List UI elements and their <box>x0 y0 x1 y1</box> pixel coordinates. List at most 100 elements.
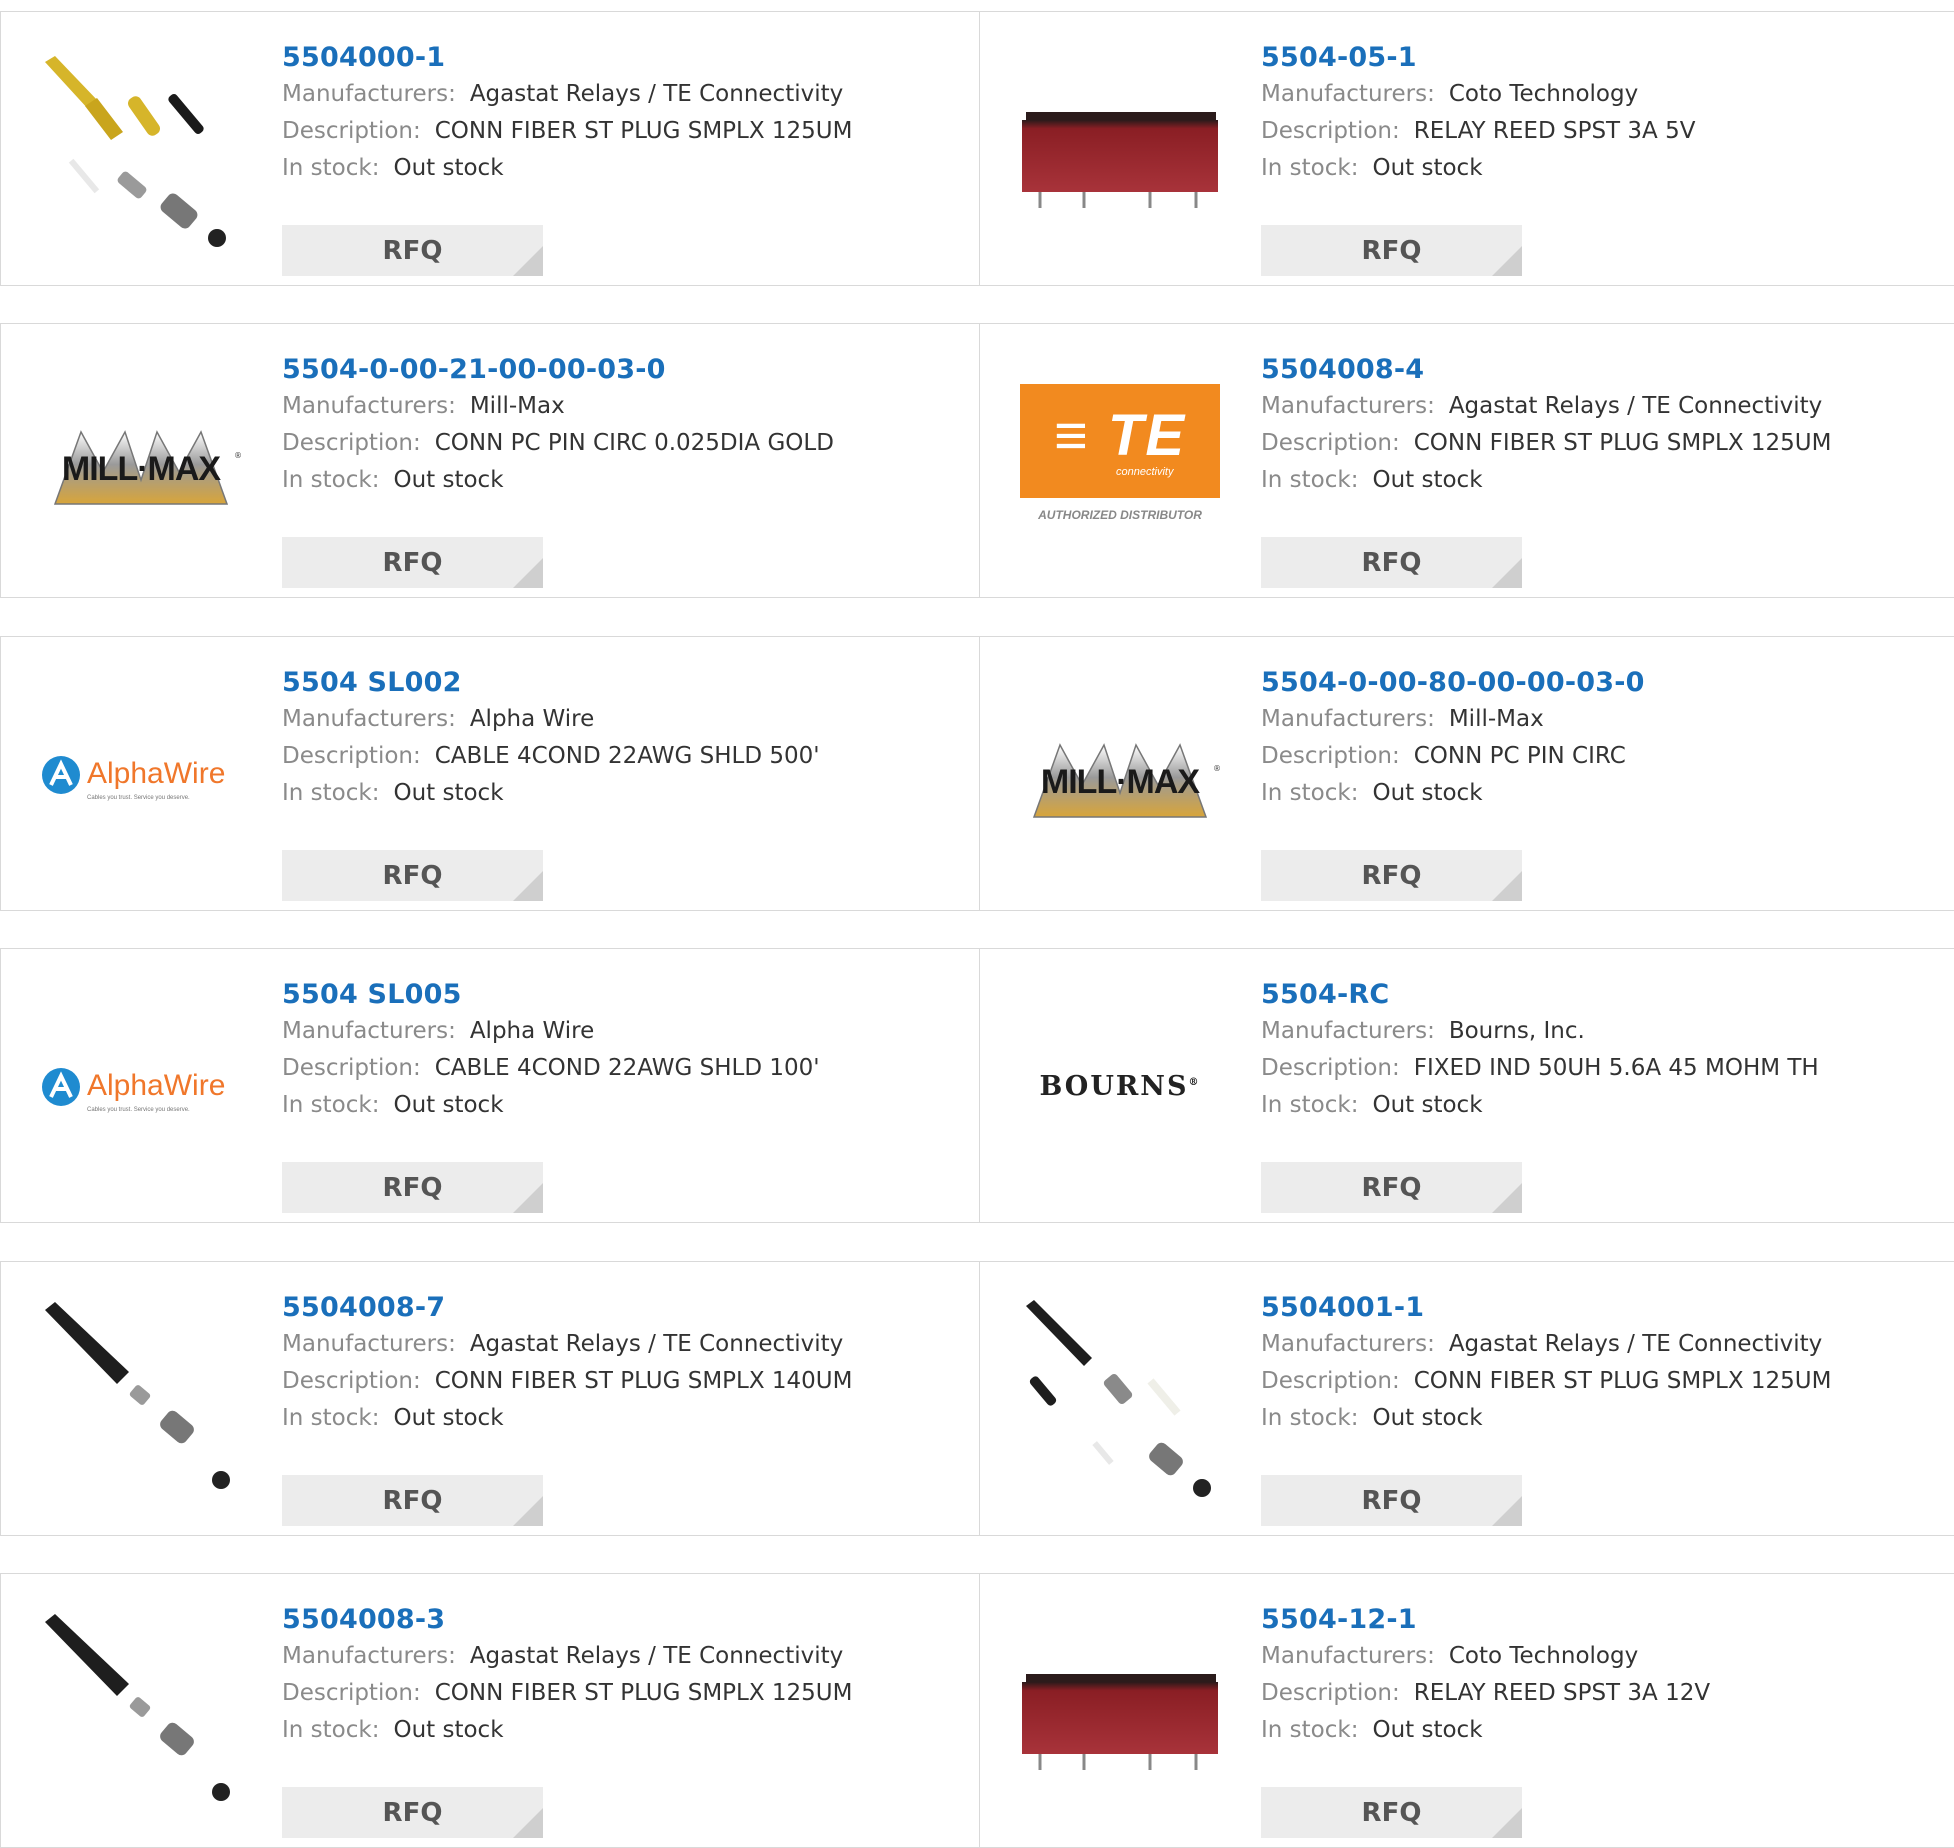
manufacturer-label: Manufacturers: <box>282 706 456 732</box>
description-value: CONN FIBER ST PLUG SMPLX 125UM <box>1413 430 1832 456</box>
part-number-link[interactable]: 5504-RC <box>1261 977 1934 1013</box>
description-label: Description: <box>1261 1680 1400 1706</box>
part-number-link[interactable]: 5504001-1 <box>1261 1290 1934 1326</box>
part-number-link[interactable]: 5504-0-00-21-00-00-03-0 <box>282 352 959 388</box>
product-image[interactable] <box>1020 1300 1220 1500</box>
rfq-button[interactable]: RFQ <box>282 850 543 901</box>
rfq-button[interactable]: RFQ <box>1261 537 1522 588</box>
corner-triangle-icon <box>513 558 543 588</box>
fiber-connector-image <box>45 1614 230 1801</box>
description-line: Description: CONN PC PIN CIRC <box>1261 738 1934 775</box>
product-card: AlphaWire Cables you trust. Service you d… <box>0 636 980 911</box>
rfq-button[interactable]: RFQ <box>1261 1787 1522 1838</box>
product-image[interactable]: AlphaWire Cables you trust. Service you d… <box>41 987 241 1187</box>
description-line: Description: CABLE 4COND 22AWG SHLD 100' <box>282 1050 959 1087</box>
manufacturer-value: Mill-Max <box>469 393 565 419</box>
product-info: 5504008-3 Manufacturers: Agastat Relays / … <box>282 1602 959 1749</box>
description-label: Description: <box>1261 743 1400 769</box>
description-value: CONN FIBER ST PLUG SMPLX 140UM <box>434 1368 853 1394</box>
corner-triangle-icon <box>1492 1496 1522 1526</box>
stock-value: Out stock <box>393 467 504 493</box>
stock-value: Out stock <box>1372 780 1483 806</box>
part-number-link[interactable]: 5504 SL005 <box>282 977 959 1013</box>
product-info: 5504008-7 Manufacturers: Agastat Relays / … <box>282 1290 959 1437</box>
product-image[interactable] <box>1020 50 1220 250</box>
description-value: CONN FIBER ST PLUG SMPLX 125UM <box>434 118 853 144</box>
reed-relay-image <box>1022 112 1218 208</box>
alphawire-logo-image: AlphaWire Cables you trust. Service you d… <box>41 675 241 875</box>
part-number-link[interactable]: 5504008-3 <box>282 1602 959 1638</box>
rfq-button[interactable]: RFQ <box>282 225 543 276</box>
description-label: Description: <box>282 430 421 456</box>
stock-label: In stock: <box>282 780 380 806</box>
rfq-button[interactable]: RFQ <box>1261 225 1522 276</box>
manufacturer-line: Manufacturers: Agastat Relays / TE Connec… <box>1261 388 1934 425</box>
rfq-button[interactable]: RFQ <box>282 537 543 588</box>
product-image[interactable]: BOURNS® <box>1020 987 1220 1187</box>
manufacturer-value: Agastat Relays / TE Connectivity <box>469 1643 844 1669</box>
description-label: Description: <box>1261 430 1400 456</box>
reed-relay-image <box>1022 1674 1218 1770</box>
te-logo-text: ≡ TE <box>1053 403 1187 468</box>
stock-label: In stock: <box>1261 155 1359 181</box>
part-number-link[interactable]: 5504-12-1 <box>1261 1602 1934 1638</box>
stock-line: In stock: Out stock <box>282 1712 959 1749</box>
product-image[interactable] <box>41 50 241 250</box>
product-image[interactable]: ≡ TE connectivity AUTHORIZED DISTRIBUTOR <box>1020 362 1220 562</box>
product-image[interactable]: MILL·MAX ® <box>41 362 241 562</box>
alphawire-logo-sub: Cables you trust. Service you deserve. <box>87 795 190 801</box>
description-value: CABLE 4COND 22AWG SHLD 100' <box>434 1055 820 1081</box>
rfq-label: RFQ <box>382 547 443 578</box>
mill-max-logo-image: MILL·MAX ® <box>53 430 241 505</box>
part-number-link[interactable]: 5504000-1 <box>282 40 959 76</box>
te-logo-sub: connectivity <box>1116 466 1174 478</box>
rfq-button[interactable]: RFQ <box>282 1475 543 1526</box>
svg-text:MILL·MAX: MILL·MAX <box>62 450 222 488</box>
product-card: 5504-12-1 Manufacturers: Coto Technology De… <box>979 1573 1954 1848</box>
product-info: 5504 SL002 Manufacturers: Alpha Wire Descri… <box>282 665 959 812</box>
product-image[interactable]: AlphaWire Cables you trust. Service you d… <box>41 675 241 875</box>
rfq-label: RFQ <box>1361 1797 1422 1828</box>
part-number-link[interactable]: 5504008-4 <box>1261 352 1934 388</box>
product-row: AlphaWire Cables you trust. Service you d… <box>0 636 1954 911</box>
stock-value: Out stock <box>1372 1717 1483 1743</box>
stock-label: In stock: <box>282 1717 380 1743</box>
product-row: AlphaWire Cables you trust. Service you d… <box>0 948 1954 1223</box>
part-number-link[interactable]: 5504-05-1 <box>1261 40 1934 76</box>
stock-value: Out stock <box>1372 1092 1483 1118</box>
description-value: CONN PC PIN CIRC 0.025DIA GOLD <box>434 430 834 456</box>
manufacturer-value: Mill-Max <box>1448 706 1544 732</box>
manufacturer-line: Manufacturers: Agastat Relays / TE Connec… <box>282 1326 959 1363</box>
description-line: Description: CONN FIBER ST PLUG SMPLX 140… <box>282 1363 959 1400</box>
product-image[interactable]: MILL·MAX ® <box>1020 675 1220 875</box>
description-value: CONN PC PIN CIRC <box>1413 743 1626 769</box>
description-label: Description: <box>1261 1368 1400 1394</box>
rfq-button[interactable]: RFQ <box>282 1787 543 1838</box>
corner-triangle-icon <box>1492 558 1522 588</box>
description-label: Description: <box>282 1368 421 1394</box>
rfq-button[interactable]: RFQ <box>1261 1475 1522 1526</box>
part-number-link[interactable]: 5504 SL002 <box>282 665 959 701</box>
rfq-button[interactable]: RFQ <box>1261 850 1522 901</box>
rfq-label: RFQ <box>382 1485 443 1516</box>
part-number-link[interactable]: 5504008-7 <box>282 1290 959 1326</box>
manufacturer-line: Manufacturers: Mill-Max <box>1261 701 1934 738</box>
product-image[interactable] <box>41 1300 241 1500</box>
manufacturer-line: Manufacturers: Alpha Wire <box>282 1013 959 1050</box>
description-line: Description: CONN FIBER ST PLUG SMPLX 125… <box>1261 1363 1934 1400</box>
stock-value: Out stock <box>393 1092 504 1118</box>
rfq-button[interactable]: RFQ <box>1261 1162 1522 1213</box>
product-image[interactable] <box>1020 1612 1220 1812</box>
description-line: Description: CONN FIBER ST PLUG SMPLX 125… <box>282 113 959 150</box>
manufacturer-value: Agastat Relays / TE Connectivity <box>1448 393 1823 419</box>
product-info: 5504 SL005 Manufacturers: Alpha Wire Descri… <box>282 977 959 1124</box>
manufacturer-value: Agastat Relays / TE Connectivity <box>469 81 844 107</box>
product-image[interactable] <box>41 1612 241 1812</box>
fiber-connector-image <box>45 1302 230 1489</box>
stock-value: Out stock <box>1372 1405 1483 1431</box>
rfq-button[interactable]: RFQ <box>282 1162 543 1213</box>
part-number-link[interactable]: 5504-0-00-80-00-00-03-0 <box>1261 665 1934 701</box>
stock-label: In stock: <box>1261 780 1359 806</box>
stock-line: In stock: Out stock <box>282 1400 959 1437</box>
product-info: 5504000-1 Manufacturers: Agastat Relays / … <box>282 40 959 187</box>
